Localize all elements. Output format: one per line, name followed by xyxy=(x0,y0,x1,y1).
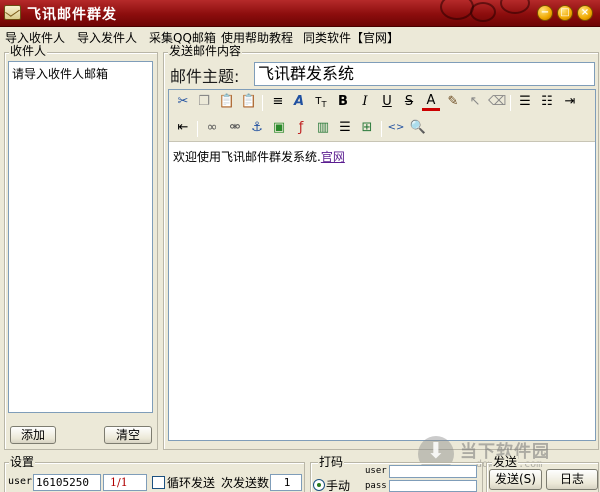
image-icon[interactable]: ▣ xyxy=(270,119,288,137)
manual-captcha-radio[interactable] xyxy=(313,479,325,491)
menu-similar-software[interactable]: 同类软件【官网】 xyxy=(303,29,399,46)
send-count-label: 次发送数 xyxy=(221,476,270,490)
settings-user-input[interactable] xyxy=(33,474,101,491)
toolbar-separator xyxy=(197,121,198,137)
decor-swirl-icon xyxy=(470,2,496,22)
recipients-group-label: 收件人 xyxy=(9,44,48,58)
outdent-icon[interactable]: ⇤ xyxy=(174,119,192,137)
align-left-icon[interactable]: ≡ xyxy=(269,93,287,111)
media-icon[interactable]: ▥ xyxy=(314,119,332,137)
loop-send-label: 循环发送 xyxy=(167,476,216,490)
subject-input[interactable]: 飞讯群发系统 xyxy=(254,62,595,86)
captcha-user-label: user xyxy=(365,466,387,476)
font-icon[interactable]: A xyxy=(290,93,308,111)
send-count-input[interactable] xyxy=(270,474,302,491)
captcha-pass-label: pass xyxy=(365,481,387,491)
clear-recipients-button[interactable]: 清空 xyxy=(104,426,152,444)
log-button[interactable]: 日志 xyxy=(546,469,598,490)
bold-icon[interactable]: B xyxy=(334,93,352,111)
decor-swirl-icon xyxy=(440,0,474,20)
list-item: 请导入收件人邮箱 xyxy=(12,67,109,81)
menu-bar: 导入收件人 导入发件人 采集QQ邮箱 使用帮助教程 同类软件【官网】 xyxy=(0,27,600,45)
eraser-icon[interactable]: ⌫ xyxy=(488,93,506,111)
toolbar-separator xyxy=(381,121,382,137)
window-title: 飞讯邮件群发 xyxy=(27,7,117,23)
select-cursor-icon[interactable]: ↖ xyxy=(466,93,484,111)
link-icon[interactable]: ∞ xyxy=(203,119,221,137)
official-site-link[interactable]: 官网 xyxy=(321,150,345,164)
decor-swirl-icon xyxy=(500,0,530,14)
captcha-user-input[interactable] xyxy=(389,465,477,478)
italic-icon[interactable]: I xyxy=(356,93,374,111)
compose-group-label: 发送邮件内容 xyxy=(168,44,243,58)
editor-toolbar: ✂ ❐ 📋 📋 ≡ A TT B I U S A ✎ ↖ ⌫ ☰ ☷ ⇥ ⇤ ∞… xyxy=(169,90,595,142)
font-size-icon[interactable]: TT xyxy=(312,93,330,111)
add-recipient-button[interactable]: 添加 xyxy=(10,426,56,444)
send-group-label: 发送 xyxy=(492,455,519,469)
paste-icon[interactable]: 📋 xyxy=(218,93,236,111)
close-button[interactable]: × xyxy=(577,5,593,21)
anchor-icon[interactable]: ⚓ xyxy=(248,119,266,137)
unlink-icon[interactable]: ⚮ xyxy=(226,119,244,137)
page-counter-box: 1/1 xyxy=(103,474,147,491)
recipient-list[interactable]: 请导入收件人邮箱 xyxy=(8,61,153,413)
editor-body-text: 欢迎使用飞讯邮件群发系统. xyxy=(173,150,321,164)
toolbar-separator xyxy=(262,95,263,111)
app-envelope-icon xyxy=(4,5,21,20)
highlight-icon[interactable]: ✎ xyxy=(444,93,462,111)
strikethrough-icon[interactable]: S xyxy=(400,93,418,111)
loop-send-checkbox[interactable] xyxy=(152,476,165,489)
preview-icon[interactable]: 🔍 xyxy=(409,119,427,137)
menu-import-senders[interactable]: 导入发件人 xyxy=(77,29,137,46)
maximize-button[interactable]: □ xyxy=(557,5,573,21)
flash-icon[interactable]: ƒ xyxy=(292,119,310,137)
settings-group-label: 设置 xyxy=(9,455,36,469)
editor-content[interactable]: 欢迎使用飞讯邮件群发系统.官网 xyxy=(173,148,345,165)
manual-captcha-label: 手动 xyxy=(326,479,351,492)
horizontal-rule-icon[interactable]: ☰ xyxy=(336,119,354,137)
send-button[interactable]: 发送(S) xyxy=(489,469,542,490)
underline-icon[interactable]: U xyxy=(378,93,396,111)
captcha-group-label: 打码 xyxy=(318,455,345,469)
paste-text-icon[interactable]: 📋 xyxy=(240,93,258,111)
captcha-pass-input[interactable] xyxy=(389,480,477,492)
font-color-icon[interactable]: A xyxy=(422,93,440,111)
copy-icon[interactable]: ❐ xyxy=(195,93,213,111)
table-icon[interactable]: ⊞ xyxy=(358,119,376,137)
indent-icon[interactable]: ⇥ xyxy=(561,93,579,111)
minimize-button[interactable]: − xyxy=(537,5,553,21)
subject-label: 邮件主题: xyxy=(170,67,240,86)
cut-icon[interactable]: ✂ xyxy=(174,93,192,111)
bullet-list-icon[interactable]: ☷ xyxy=(538,93,556,111)
source-code-icon[interactable]: <> xyxy=(387,119,405,137)
settings-user-label: user xyxy=(8,476,33,487)
toolbar-separator xyxy=(510,95,511,111)
justify-icon[interactable]: ☰ xyxy=(516,93,534,111)
title-bar: 飞讯邮件群发 − □ × xyxy=(0,0,600,27)
page-counter: 1/1 xyxy=(110,476,128,489)
